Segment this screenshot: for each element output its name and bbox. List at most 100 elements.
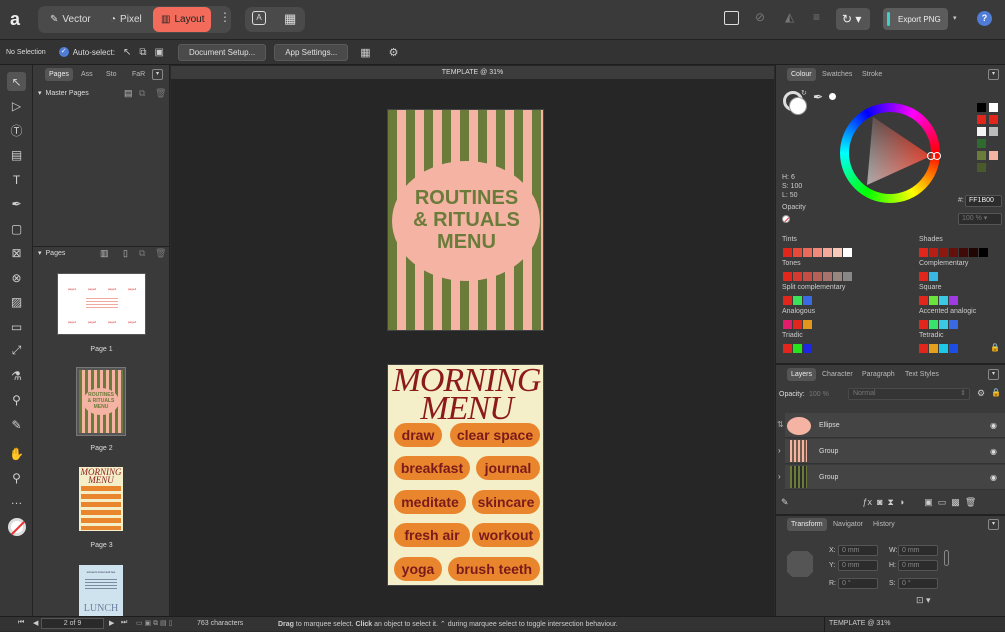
current-colour-dot[interactable] — [829, 93, 836, 100]
more-tools-icon[interactable]: … — [7, 490, 26, 509]
pixel-persona-button[interactable]: ◔ Pixel — [102, 7, 150, 32]
harmony-swatch[interactable] — [823, 272, 832, 281]
fill-stroke-swatch[interactable] — [8, 518, 26, 536]
harmony-swatch[interactable] — [803, 248, 812, 257]
harmony-swatch[interactable] — [949, 320, 958, 329]
settings-gear-icon[interactable]: ⚙ — [389, 46, 399, 59]
rotation-input[interactable]: 0 ° — [838, 578, 878, 589]
lock-icon[interactable]: 🔒 — [990, 343, 1000, 352]
blend-mode-select[interactable]: Normal ⇕ — [848, 388, 970, 400]
layer-visibility-icon[interactable]: ◉ — [990, 447, 997, 456]
first-page-icon[interactable]: ⏮ — [18, 619, 24, 627]
tab-find-replace[interactable]: FaR — [128, 68, 149, 81]
expand-group-1-icon[interactable]: › — [778, 446, 781, 455]
grid-pattern-icon[interactable]: ▩ — [951, 497, 960, 508]
flip-icon[interactable]: ◭ — [785, 10, 794, 24]
layer-row-group-1[interactable]: Group ◉ — [785, 439, 1005, 464]
grid-icon[interactable]: ▦ — [284, 11, 296, 27]
artistic-text-tool-icon[interactable]: T — [7, 170, 26, 189]
master-pages-header[interactable]: ▾ Master Pages — [33, 86, 170, 100]
saturation-triangle[interactable] — [840, 103, 940, 203]
harmony-swatch[interactable] — [843, 248, 852, 257]
duplicate-page-icon[interactable]: ⧉ — [139, 248, 145, 259]
page-thumbnail-2[interactable]: ROUTINES & RITUALS MENU — [76, 367, 126, 436]
fill-tool-icon[interactable]: ⚲ — [7, 390, 26, 409]
harmony-swatch[interactable] — [803, 320, 812, 329]
harmony-swatch[interactable] — [979, 248, 988, 257]
autoselect-checkbox[interactable]: ✓ — [58, 47, 69, 57]
recent-swatch[interactable] — [977, 163, 986, 172]
stroke-style-button[interactable]: ↻ ▾ — [836, 8, 870, 30]
edit-layer-icon[interactable]: ✎ — [781, 497, 789, 508]
canvas-page-3[interactable]: MORNING MENU draw clear space breakfast … — [387, 364, 544, 586]
vector-persona-button[interactable]: ✎ Vector — [42, 7, 99, 32]
export-button[interactable]: Export PNG — [883, 8, 948, 30]
panel-menu-icon[interactable]: ▾ — [152, 69, 163, 80]
harmony-swatch[interactable] — [919, 248, 928, 257]
pen-tool-icon[interactable]: ✒ — [7, 194, 26, 213]
layer-visibility-icon[interactable]: ◉ — [990, 473, 997, 482]
harmony-swatch[interactable] — [783, 344, 792, 353]
tab-transform[interactable]: Transform — [787, 518, 827, 531]
more-menu-icon[interactable]: ⋮ — [219, 10, 231, 24]
live-filter-icon[interactable]: ◑ — [899, 497, 904, 507]
link-ratio-icon[interactable] — [944, 550, 949, 566]
x-input[interactable]: 0 mm — [838, 545, 878, 556]
layer-move-handle-icon[interactable]: ⇅ — [777, 420, 784, 429]
harmony-swatch[interactable] — [783, 320, 792, 329]
rectangle-tool-icon[interactable]: ▢ — [7, 219, 26, 238]
add-page-icon[interactable]: ▯ — [123, 248, 128, 259]
recent-swatch[interactable] — [977, 103, 986, 112]
page-thumbnail-3[interactable]: MORNING MENU — [79, 467, 123, 531]
harmony-swatch[interactable] — [949, 296, 958, 305]
tab-stock[interactable]: Sto — [102, 68, 121, 81]
recent-swatch[interactable] — [989, 103, 998, 112]
opacity-none-icon[interactable] — [782, 215, 790, 223]
app-settings-button[interactable]: App Settings... — [274, 43, 349, 61]
page-thumbnail-4[interactable]: scissors bowl and tee LUNCH — [79, 565, 123, 616]
harmony-swatch[interactable] — [793, 344, 802, 353]
harmony-swatch[interactable] — [803, 296, 812, 305]
swap-colours-icon[interactable]: ↻ — [801, 89, 807, 97]
move-tool-icon[interactable]: ↖ — [7, 72, 26, 91]
tab-stroke[interactable]: Stroke — [858, 68, 886, 81]
master-add-icon[interactable]: ▤ — [124, 88, 133, 99]
hue-wheel[interactable] — [840, 103, 941, 203]
table-tool-icon[interactable]: ▤ — [7, 145, 26, 164]
harmony-swatch[interactable] — [939, 296, 948, 305]
harmony-swatch[interactable] — [969, 248, 978, 257]
transform-origin-icon[interactable]: ⊡ ▾ — [916, 595, 931, 606]
document-tab-title[interactable]: TEMPLATE @ 31% — [171, 66, 774, 79]
node-tool-icon[interactable]: ▷ — [7, 96, 26, 115]
layers-panel-menu-icon[interactable]: ▾ — [988, 369, 999, 380]
delete-layer-icon[interactable]: 🗑 — [965, 497, 976, 508]
text-frame-icon[interactable]: A — [252, 11, 266, 25]
harmony-swatch[interactable] — [843, 272, 852, 281]
harmony-swatch[interactable] — [803, 344, 812, 353]
menu-item-fresh-air[interactable]: fresh air — [394, 523, 470, 547]
last-page-icon[interactable]: ⏭ — [121, 619, 127, 627]
crop-tool-icon[interactable]: ⤢ — [7, 341, 26, 360]
tab-navigator[interactable]: Navigator — [829, 518, 867, 531]
ellipse-frame-tool-icon[interactable]: ⊗ — [7, 268, 26, 287]
fill-stroke-selector[interactable]: ↻ — [783, 89, 809, 117]
menu-item-breakfast[interactable]: breakfast — [394, 456, 470, 480]
align-icon[interactable]: ≡ — [813, 10, 820, 24]
menu-item-brush-teeth[interactable]: brush teeth — [448, 557, 540, 581]
select-mode-icon[interactable]: ↖ — [123, 47, 131, 58]
menu-item-skincare[interactable]: skincare — [472, 490, 540, 514]
delete-page-icon[interactable]: 🗑 — [155, 248, 166, 259]
harmony-swatch[interactable] — [939, 320, 948, 329]
snap-grid-icon[interactable]: ▦ — [360, 46, 370, 59]
color-picker-tool-icon[interactable]: ✎ — [7, 415, 26, 434]
recent-swatch[interactable] — [989, 139, 998, 148]
zoom-tool-icon[interactable]: ⚲ — [7, 468, 26, 487]
collapse-pages-icon[interactable]: ▾ — [38, 249, 42, 257]
harmony-swatch[interactable] — [929, 296, 938, 305]
harmony-swatch[interactable] — [929, 248, 938, 257]
shear-input[interactable]: 0 ° — [898, 578, 938, 589]
frame-text-tool-icon[interactable]: Ⓣ — [7, 121, 26, 140]
page-master-icon[interactable]: ▥ — [100, 248, 109, 259]
tab-assets[interactable]: Ass — [77, 68, 97, 81]
harmony-swatch[interactable] — [919, 272, 928, 281]
